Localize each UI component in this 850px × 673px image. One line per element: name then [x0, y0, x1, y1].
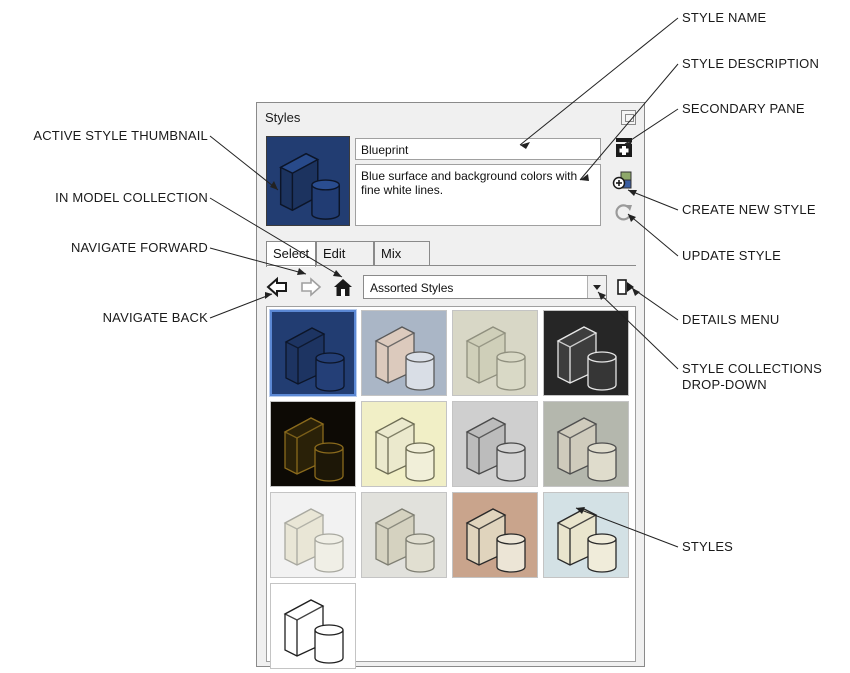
navigation-row: Assorted Styles: [266, 275, 636, 301]
active-style-thumbnail[interactable]: [266, 136, 350, 226]
callout-in-model-collection: IN MODEL COLLECTION: [55, 190, 208, 205]
style-thumbnail[interactable]: [361, 492, 447, 578]
style-thumbnail[interactable]: [361, 310, 447, 396]
style-thumbnail-graphic: [271, 584, 355, 668]
callout-style-collections-line1: STYLE COLLECTIONS: [682, 361, 822, 376]
style-thumbnail-graphic: [453, 493, 537, 577]
callout-secondary-pane: SECONDARY PANE: [682, 101, 805, 116]
callout-create-new-style: CREATE NEW STYLE: [682, 202, 816, 217]
close-icon[interactable]: [621, 110, 636, 125]
style-thumbnail[interactable]: [270, 401, 356, 487]
style-thumbnail[interactable]: [452, 492, 538, 578]
details-menu-icon[interactable]: [615, 276, 637, 298]
callout-style-description: STYLE DESCRIPTION: [682, 56, 820, 71]
style-thumbnail[interactable]: [270, 583, 356, 669]
callout-style-name: STYLE NAME: [682, 10, 767, 25]
style-collections-dropdown[interactable]: Assorted Styles: [363, 275, 607, 299]
callout-update-style: UPDATE STYLE: [682, 248, 781, 263]
arrow-right-icon[interactable]: [300, 276, 322, 298]
style-thumbnail[interactable]: [543, 401, 629, 487]
active-style-thumbnail-graphic: [267, 138, 349, 225]
secondary-pane-icon[interactable]: [613, 136, 635, 158]
styles-panel: Styles Blueprint Blue surface and backgr…: [256, 102, 645, 669]
style-thumbnail[interactable]: [452, 310, 538, 396]
callout-styles: STYLES: [682, 539, 734, 554]
style-thumbnail-graphic: [544, 402, 628, 486]
tab-mix[interactable]: Mix: [374, 241, 430, 265]
tab-edit[interactable]: Edit: [316, 241, 374, 265]
tab-divider: [266, 265, 636, 266]
callout-navigate-back: NAVIGATE BACK: [102, 310, 208, 325]
style-thumbnail[interactable]: [543, 310, 629, 396]
style-thumbnail-graphic: [544, 311, 628, 395]
style-name-field[interactable]: Blueprint: [355, 138, 601, 160]
style-thumbnail-graphic: [271, 493, 355, 577]
update-style-icon[interactable]: [613, 201, 635, 223]
style-thumbnail[interactable]: [270, 310, 356, 396]
style-thumbnail[interactable]: [361, 401, 447, 487]
style-thumbnail[interactable]: [543, 492, 629, 578]
styles-grid: [266, 306, 636, 669]
dropdown-selected-value: Assorted Styles: [370, 281, 454, 295]
style-thumbnail-graphic: [544, 493, 628, 577]
callout-style-collections: STYLE COLLECTIONS DROP-DOWN: [682, 361, 822, 393]
style-thumbnail[interactable]: [270, 492, 356, 578]
style-thumbnail[interactable]: [452, 401, 538, 487]
callout-active-style-thumbnail: ACTIVE STYLE THUMBNAIL: [33, 128, 208, 143]
style-description-field[interactable]: Blue surface and background colors with …: [355, 164, 601, 226]
style-thumbnail-graphic: [453, 402, 537, 486]
panel-title: Styles: [265, 110, 301, 125]
house-icon[interactable]: [332, 276, 354, 298]
style-thumbnail-graphic: [362, 311, 446, 395]
style-thumbnail-graphic: [271, 402, 355, 486]
style-thumbnail-graphic: [362, 493, 446, 577]
callout-navigate-forward: NAVIGATE FORWARD: [70, 240, 208, 255]
callout-details-menu: DETAILS MENU: [682, 312, 780, 327]
style-thumbnail-graphic: [272, 312, 354, 394]
arrow-left-icon[interactable]: [266, 276, 288, 298]
style-thumbnail-graphic: [453, 311, 537, 395]
create-style-icon[interactable]: [612, 169, 634, 191]
callout-style-collections-line2: DROP-DOWN: [682, 377, 767, 392]
chevron-down-icon[interactable]: [587, 276, 606, 298]
style-thumbnail-graphic: [362, 402, 446, 486]
tab-select[interactable]: Select: [266, 241, 316, 267]
